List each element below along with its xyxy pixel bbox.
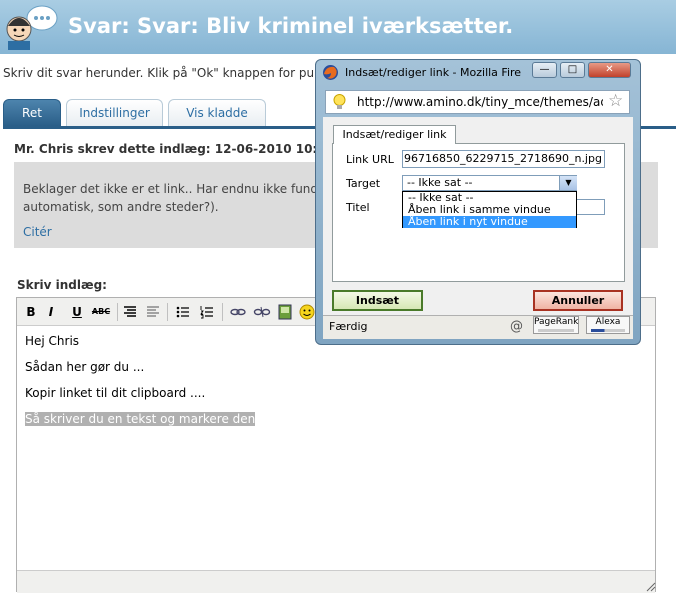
close-button[interactable]: ✕ [588, 62, 631, 78]
quote-header: Mr. Chris skrev dette indlæg: 12-06-2010… [14, 142, 339, 156]
underline-button[interactable]: U [69, 303, 85, 321]
editor-line: Sådan her gør du ... [25, 360, 145, 374]
strikethrough-button[interactable]: ABC [89, 303, 113, 321]
alexa-badge[interactable]: Alexa [586, 316, 630, 334]
page-title: Svar: Svar: Bliv kriminel iværksætter. [68, 14, 514, 38]
pagerank-label: PageRank [534, 317, 579, 327]
toolbar-separator [117, 303, 118, 321]
lightbulb-icon [333, 94, 346, 109]
link-icon[interactable] [229, 303, 247, 321]
insert-button[interactable]: Indsæt [332, 290, 423, 311]
avatar-icon [6, 5, 58, 50]
numbered-list-icon[interactable] [199, 303, 215, 321]
bullet-list-icon[interactable] [175, 303, 191, 321]
resize-grip-icon[interactable] [646, 582, 656, 592]
tab-ret[interactable]: Ret [3, 99, 61, 126]
italic-button[interactable]: I [43, 303, 59, 321]
bold-button[interactable]: B [23, 303, 39, 321]
alexa-label: Alexa [595, 317, 621, 327]
bookmark-star-icon[interactable]: ☆ [608, 92, 623, 110]
editor-line: Hej Chris [25, 334, 80, 348]
link-url-label: Link URL [346, 153, 394, 166]
tab-indstillinger[interactable]: Indstillinger [66, 99, 163, 126]
alexa-bar [591, 329, 625, 332]
firefox-icon [323, 65, 338, 80]
quote-line: automatisk, som andre steder?). [23, 200, 219, 214]
image-icon[interactable] [277, 303, 293, 321]
at-sign-icon: @ [510, 319, 523, 334]
unlink-icon[interactable] [253, 303, 271, 321]
editor-line: Kopir linket til dit clipboard .... [25, 386, 206, 400]
minimize-button[interactable]: — [532, 62, 557, 78]
address-bar-url: http://www.amino.dk/tiny_mce/themes/adva… [357, 95, 603, 109]
align-justify-icon[interactable] [145, 303, 161, 321]
maximize-button[interactable]: □ [560, 62, 585, 78]
toolbar-separator [222, 303, 223, 321]
pagerank-bar [538, 329, 574, 332]
cancel-button[interactable]: Annuller [533, 290, 623, 311]
target-select[interactable]: -- Ikke sat -- [402, 175, 577, 191]
toolbar-separator [167, 303, 168, 321]
link-url-input[interactable]: 96716850_6229715_2718690_n.jpg [402, 150, 605, 168]
tab-insert-link[interactable]: Indsæt/rediger link [333, 125, 456, 144]
dropdown-option-highlighted[interactable]: Åben link i nyt vindue [403, 216, 576, 228]
intro-text: Skriv dit svar herunder. Klik på "Ok" kn… [3, 66, 335, 80]
pagerank-badge[interactable]: PageRank [533, 316, 579, 334]
emoticon-icon[interactable] [299, 303, 315, 321]
chevron-down-icon[interactable]: ▼ [559, 176, 577, 190]
status-text: Færdig [329, 320, 368, 333]
tab-vis-kladde[interactable]: Vis kladde [168, 99, 266, 126]
write-post-label: Skriv indlæg: [17, 278, 107, 292]
dialog-title: Indsæt/rediger link - Mozilla Fire [345, 66, 522, 79]
align-left-icon[interactable] [122, 303, 138, 321]
title-label: Titel [346, 201, 370, 214]
cite-link[interactable]: Citér [23, 225, 52, 239]
editor-selected-line: Så skriver du en tekst og markere den [25, 412, 256, 426]
editor-statusbar [17, 570, 655, 593]
quote-line: Beklager det ikke er et link.. Har endnu… [23, 182, 331, 196]
target-label: Target [346, 177, 381, 190]
quote-text: Beklager det ikke er et link.. Har endnu… [23, 180, 331, 216]
